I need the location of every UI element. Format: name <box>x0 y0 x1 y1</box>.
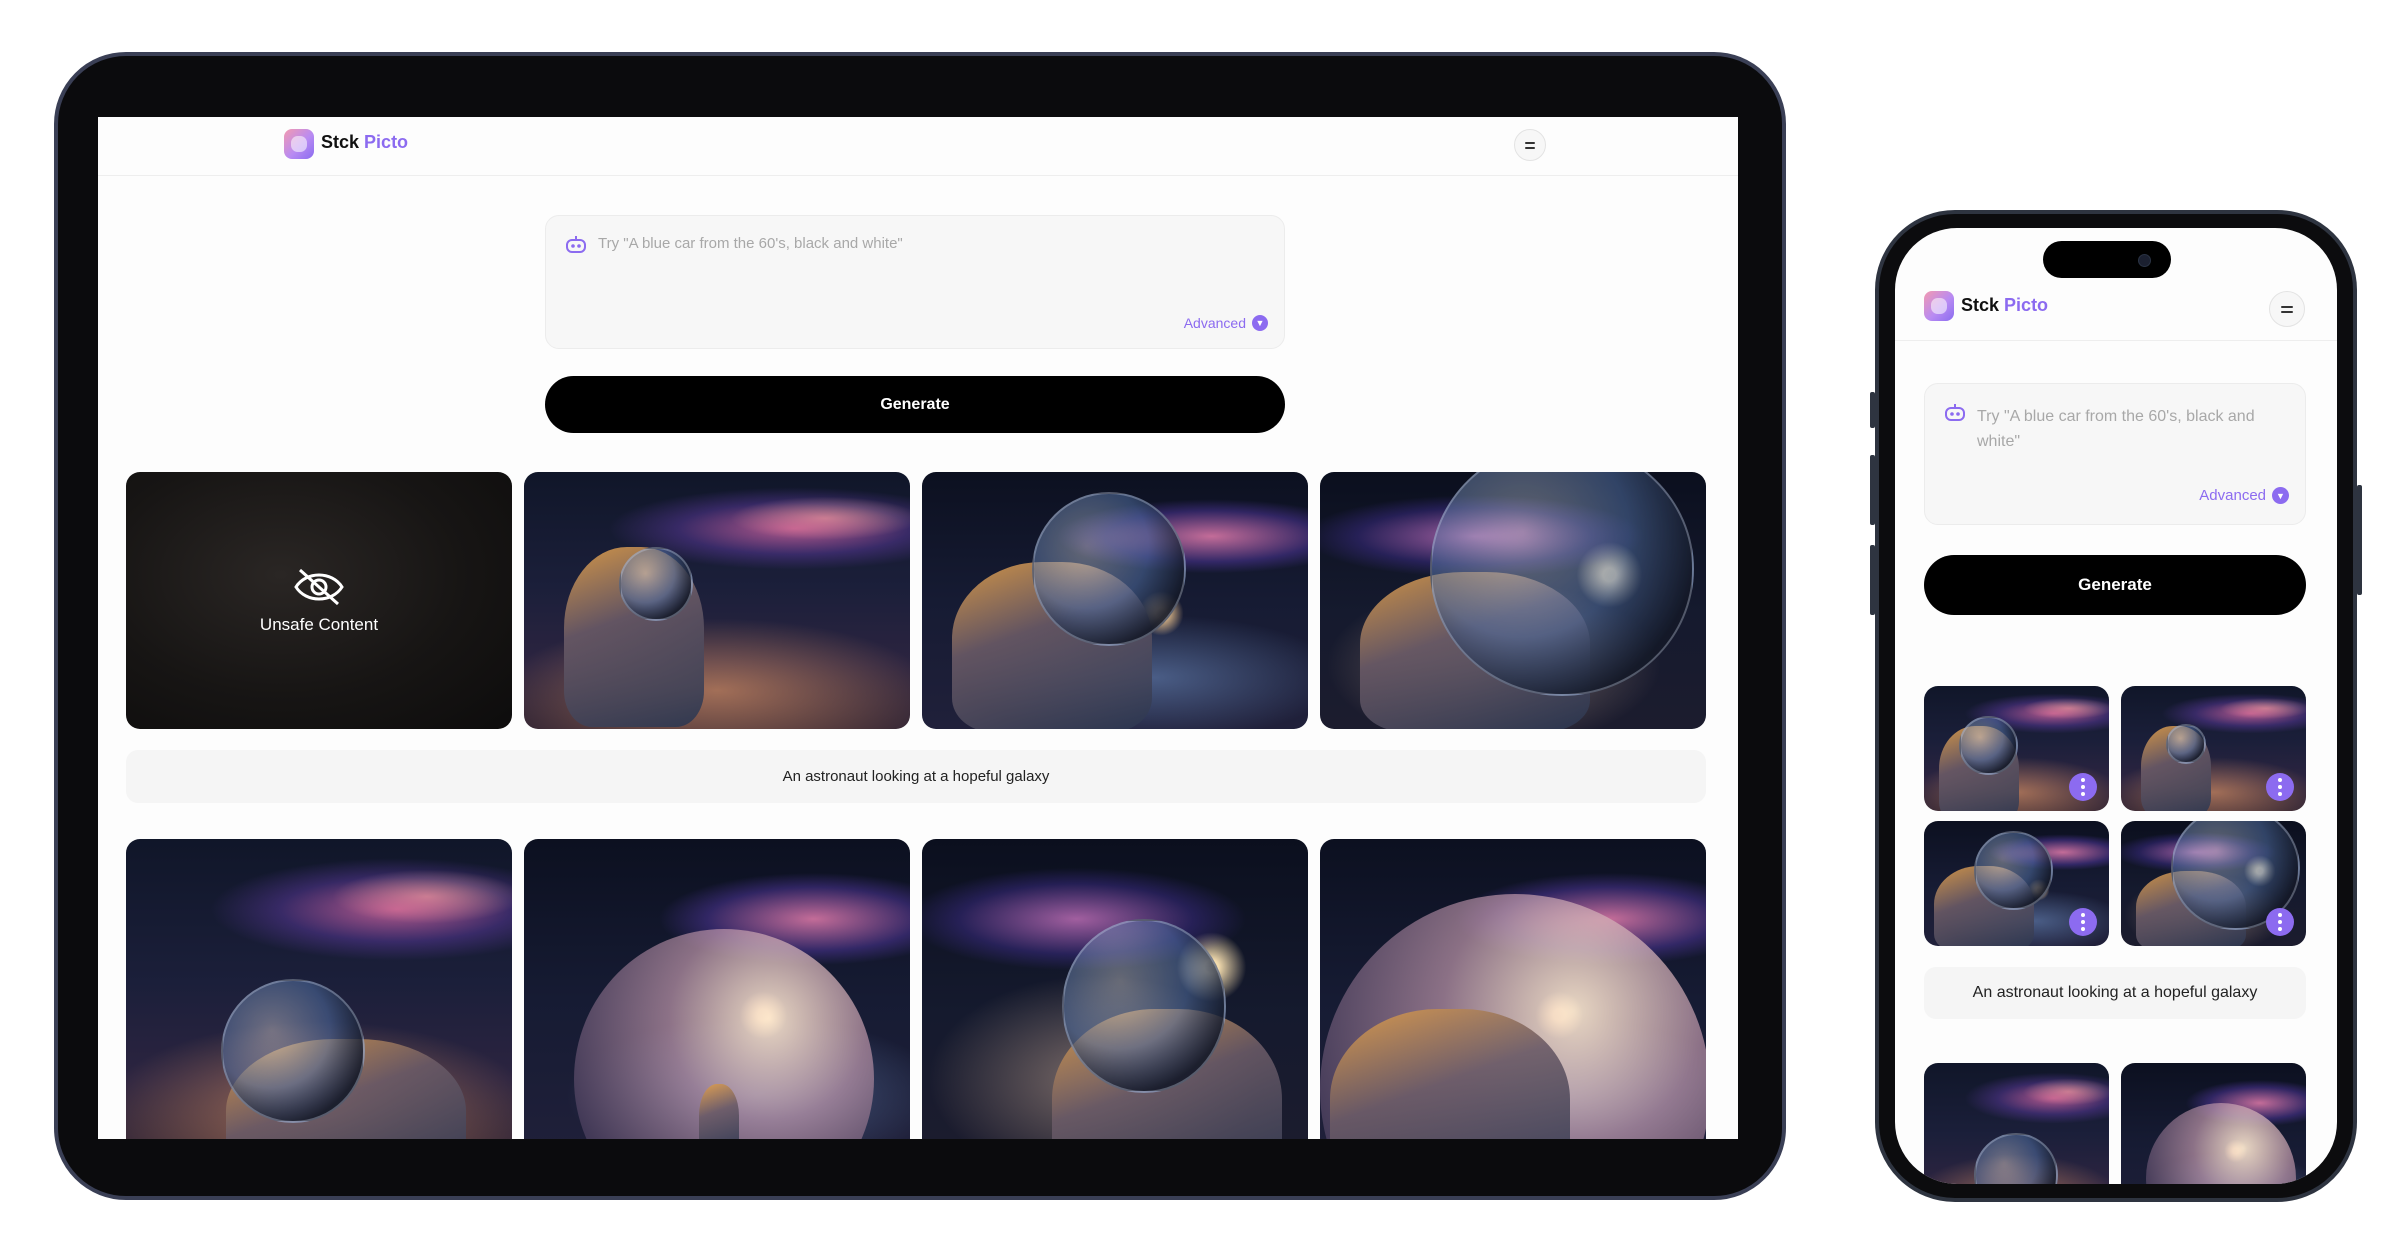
prompt-placeholder: Try "A blue car from the 60's, black and… <box>598 235 903 252</box>
image-tile[interactable] <box>1924 821 2109 946</box>
tablet-screen: Stck Picto Try "A blue car from the 60's… <box>98 117 1738 1139</box>
image-tile[interactable] <box>524 472 910 729</box>
image-tile[interactable] <box>524 839 910 1139</box>
more-vertical-icon[interactable] <box>2266 773 2294 801</box>
phone-side-button <box>2357 485 2362 595</box>
menu-button[interactable] <box>2269 291 2305 327</box>
brand-name-accent: Picto <box>2004 295 2049 315</box>
chevron-down-icon: ▼ <box>1252 315 1268 331</box>
dynamic-island <box>2043 241 2171 278</box>
image-caption: An astronaut looking at a hopeful galaxy <box>1924 967 2306 1019</box>
image-tile[interactable] <box>2121 686 2306 811</box>
more-vertical-icon[interactable] <box>2069 773 2097 801</box>
image-tile[interactable] <box>1924 686 2109 811</box>
logo-icon <box>284 129 314 159</box>
logo-icon <box>1924 291 1954 321</box>
image-tile[interactable] <box>1320 472 1706 729</box>
image-tile[interactable] <box>922 839 1308 1139</box>
phone-header: Stck Picto <box>1895 284 2337 341</box>
astronaut-figure <box>699 1084 739 1139</box>
robot-icon <box>566 236 586 253</box>
logo-text[interactable]: Stck Picto <box>1961 295 2048 316</box>
advanced-toggle[interactable]: Advanced ▼ <box>1184 315 1268 331</box>
astronaut-helmet <box>221 979 365 1123</box>
astronaut-helmet <box>619 547 693 621</box>
astronaut-helmet <box>1974 831 2053 910</box>
logo-text[interactable]: Stck Picto <box>321 132 408 153</box>
more-vertical-icon[interactable] <box>2266 908 2294 936</box>
unsafe-content-tile[interactable]: Unsafe Content <box>126 472 512 729</box>
camera-icon <box>2138 254 2151 267</box>
generate-button[interactable]: Generate <box>545 376 1285 433</box>
phone-side-button <box>1870 455 1875 525</box>
image-tile[interactable] <box>2121 821 2306 946</box>
phone-screen: Stck Picto Try "A blue car from the 60's… <box>1895 228 2337 1184</box>
image-tile[interactable] <box>126 839 512 1139</box>
menu-button[interactable] <box>1514 129 1546 161</box>
phone-side-button <box>1870 545 1875 615</box>
image-caption: An astronaut looking at a hopeful galaxy <box>126 750 1706 803</box>
image-tile[interactable] <box>922 472 1308 729</box>
astronaut-helmet <box>1974 1133 2058 1184</box>
advanced-label: Advanced <box>2199 487 2266 504</box>
image-tile[interactable] <box>2121 1063 2306 1184</box>
image-tile[interactable] <box>1320 839 1706 1139</box>
advanced-label: Advanced <box>1183 315 1246 331</box>
astronaut-helmet <box>2166 724 2206 764</box>
prompt-textarea[interactable]: Try "A blue car from the 60's, black and… <box>545 215 1285 349</box>
brand-name: Stck <box>321 132 360 152</box>
phone-side-button <box>1870 392 1875 428</box>
prompt-textarea[interactable]: Try "A blue car from the 60's, black and… <box>1924 383 2306 525</box>
advanced-toggle[interactable]: Advanced ▼ <box>2199 487 2289 504</box>
prompt-placeholder: Try "A blue car from the 60's, black and… <box>1977 408 2255 450</box>
brand-name-accent: Picto <box>364 132 409 152</box>
robot-icon <box>1945 404 1965 421</box>
chevron-down-icon: ▼ <box>2272 487 2289 504</box>
image-tile[interactable] <box>1924 1063 2109 1184</box>
more-vertical-icon[interactable] <box>2069 908 2097 936</box>
astronaut-helmet <box>1959 716 2018 775</box>
eye-off-icon <box>294 568 344 605</box>
astronaut-helmet <box>1032 492 1186 646</box>
generate-button[interactable]: Generate <box>1924 555 2306 615</box>
brand-name: Stck <box>1961 295 2000 315</box>
planet <box>2146 1103 2296 1184</box>
app-header: Stck Picto <box>98 117 1738 176</box>
astronaut-helmet <box>1062 919 1226 1093</box>
unsafe-label: Unsafe Content <box>259 614 379 634</box>
